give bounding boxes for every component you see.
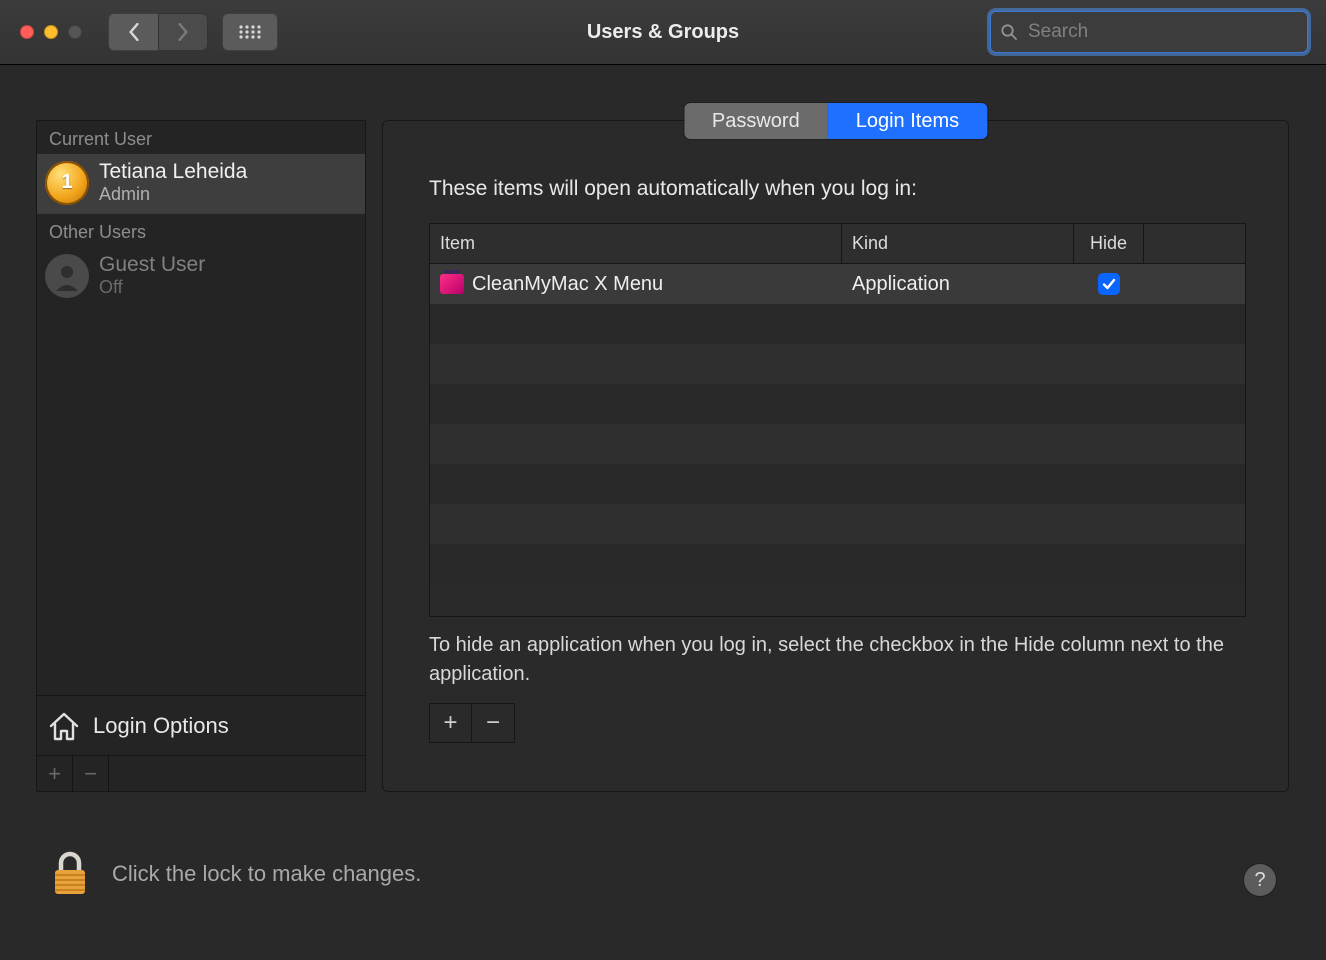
row-item-name: CleanMyMac X Menu bbox=[472, 273, 663, 296]
login-items-table: Item Kind Hide CleanMyMac X Menu Applica… bbox=[429, 223, 1246, 617]
back-button[interactable] bbox=[108, 13, 158, 51]
minimize-window-button[interactable] bbox=[44, 25, 58, 39]
other-users-label: Other Users bbox=[37, 214, 365, 247]
lock-text: Click the lock to make changes. bbox=[112, 861, 421, 887]
login-options-button[interactable]: Login Options bbox=[37, 695, 365, 755]
chevron-left-icon bbox=[127, 23, 141, 41]
tab-login-items[interactable]: Login Items bbox=[828, 103, 987, 139]
table-row-empty bbox=[430, 304, 1245, 344]
window-toolbar: Users & Groups bbox=[0, 0, 1326, 65]
hide-checkbox[interactable] bbox=[1098, 273, 1120, 295]
table-row-empty bbox=[430, 424, 1245, 464]
traffic-lights bbox=[20, 25, 82, 39]
forward-button[interactable] bbox=[158, 13, 208, 51]
help-button[interactable]: ? bbox=[1244, 864, 1276, 896]
table-body: CleanMyMac X Menu Application bbox=[430, 264, 1245, 616]
column-spacer bbox=[1144, 224, 1245, 263]
column-hide[interactable]: Hide bbox=[1074, 224, 1144, 263]
guest-avatar-icon bbox=[45, 254, 89, 298]
tabs: Password Login Items bbox=[684, 103, 987, 139]
table-row[interactable]: CleanMyMac X Menu Application bbox=[430, 264, 1245, 304]
checkmark-icon bbox=[1102, 277, 1116, 291]
tab-password[interactable]: Password bbox=[684, 103, 828, 139]
column-kind[interactable]: Kind bbox=[842, 224, 1074, 263]
table-row-empty bbox=[430, 384, 1245, 424]
add-user-button[interactable]: + bbox=[37, 756, 73, 791]
zoom-window-button bbox=[68, 25, 82, 39]
guest-user-name: Guest User bbox=[99, 253, 205, 277]
user-avatar-icon: 1 bbox=[45, 161, 89, 205]
login-items-description: These items will open automatically when… bbox=[429, 177, 917, 201]
column-item[interactable]: Item bbox=[430, 224, 842, 263]
login-items-add-remove: + − bbox=[429, 703, 515, 743]
sidebar-add-remove: + − bbox=[37, 755, 365, 791]
row-kind: Application bbox=[842, 273, 1074, 296]
lock-icon[interactable] bbox=[50, 850, 90, 898]
hide-hint-text: To hide an application when you log in, … bbox=[429, 631, 1246, 689]
table-row-empty bbox=[430, 344, 1245, 384]
guest-user-role: Off bbox=[99, 277, 205, 298]
current-user-label: Current User bbox=[37, 121, 365, 154]
search-icon bbox=[1000, 23, 1018, 41]
remove-user-button[interactable]: − bbox=[73, 756, 109, 791]
table-header: Item Kind Hide bbox=[430, 224, 1245, 264]
lock-row: Click the lock to make changes. bbox=[50, 848, 1290, 900]
table-row-empty bbox=[430, 464, 1245, 504]
search-input[interactable] bbox=[1018, 11, 1308, 53]
current-user-row[interactable]: 1 Tetiana Leheida Admin bbox=[37, 154, 365, 213]
home-icon bbox=[47, 709, 81, 743]
add-login-item-button[interactable]: + bbox=[430, 704, 472, 742]
grid-icon bbox=[238, 24, 262, 40]
app-icon bbox=[440, 274, 464, 294]
current-user-role: Admin bbox=[99, 184, 247, 205]
guest-user-row[interactable]: Guest User Off bbox=[37, 247, 365, 306]
chevron-right-icon bbox=[176, 23, 190, 41]
remove-login-item-button[interactable]: − bbox=[472, 704, 514, 742]
close-window-button[interactable] bbox=[20, 25, 34, 39]
login-options-label: Login Options bbox=[93, 713, 229, 739]
main-panel: Password Login Items These items will op… bbox=[382, 120, 1289, 792]
show-all-button[interactable] bbox=[222, 13, 278, 51]
search-field[interactable] bbox=[990, 11, 1308, 53]
table-row-empty bbox=[430, 504, 1245, 544]
nav-buttons bbox=[108, 13, 208, 51]
current-user-name: Tetiana Leheida bbox=[99, 160, 247, 184]
users-sidebar: Current User 1 Tetiana Leheida Admin Oth… bbox=[36, 120, 366, 792]
table-row-empty bbox=[430, 544, 1245, 584]
